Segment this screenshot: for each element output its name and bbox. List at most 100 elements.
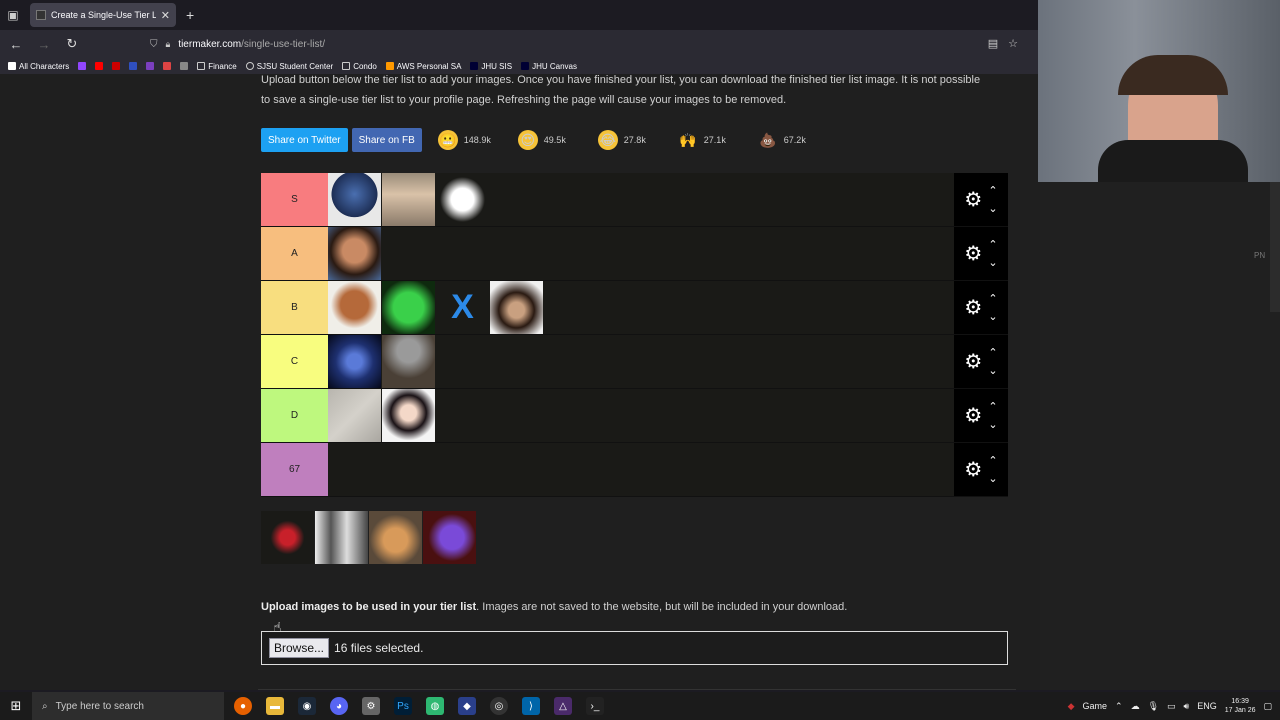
bookmark-star-icon[interactable]: ☆ — [1008, 37, 1018, 50]
file-input[interactable]: Browse... 16 files selected. — [261, 631, 1008, 665]
tier-items[interactable] — [328, 227, 954, 280]
tier-items[interactable] — [328, 335, 954, 388]
spotify-icon[interactable]: ◍ — [426, 697, 444, 715]
affinity-icon[interactable]: △ — [554, 697, 572, 715]
obs-icon[interactable]: ◎ — [490, 697, 508, 715]
scrollbar[interactable] — [1270, 182, 1280, 312]
bookmark-finance[interactable]: Finance — [197, 62, 237, 71]
reaction-grimace[interactable]: 😬 148.9k — [437, 130, 502, 150]
tier-items[interactable] — [328, 443, 954, 496]
settings-gear-icon[interactable]: ⚙ — [964, 457, 982, 482]
chevron-up-icon[interactable]: ⌃ — [988, 236, 997, 254]
forward-icon[interactable]: → — [32, 37, 56, 52]
reaction-laughing[interactable]: 😂 27.8k — [597, 130, 662, 150]
tier-image-item[interactable] — [490, 281, 543, 334]
bookmark-aws[interactable]: AWS Personal SA — [385, 62, 461, 71]
chevron-down-icon[interactable]: ⌄ — [988, 362, 997, 380]
tier-image-item[interactable] — [382, 281, 435, 334]
cloud-icon[interactable]: ☁ — [1131, 701, 1140, 712]
settings-gear-icon[interactable]: ⚙ — [964, 349, 982, 374]
tier-label[interactable]: A — [261, 227, 328, 280]
settings-gear-icon[interactable]: ⚙ — [964, 241, 982, 266]
tier-image-item[interactable] — [436, 173, 489, 226]
tray-expand-icon[interactable]: ⌃ — [1115, 701, 1123, 712]
pool-image-item[interactable] — [315, 511, 368, 564]
chevron-up-icon[interactable]: ⌃ — [988, 182, 997, 200]
tier-label[interactable]: S — [261, 173, 328, 226]
tier-label[interactable]: C — [261, 335, 328, 388]
mic-icon[interactable]: 🎙︎ — [1148, 701, 1159, 712]
windows-start-icon[interactable]: ⊞ — [0, 692, 32, 720]
pool-image-item[interactable] — [261, 511, 314, 564]
bookmark-jhu-sis[interactable]: JHU SIS — [470, 62, 512, 71]
close-tab-icon[interactable]: ✕ — [161, 9, 170, 22]
bookmark-youtube[interactable] — [95, 62, 104, 70]
bookmark-red[interactable] — [112, 62, 121, 70]
chevron-up-icon[interactable]: ⌃ — [988, 398, 997, 416]
notifications-icon[interactable]: ▢ — [1263, 701, 1272, 712]
game-mode-icon[interactable]: ◆ — [1068, 701, 1075, 712]
reader-view-icon[interactable]: ▤ — [988, 37, 998, 50]
tier-image-item[interactable] — [328, 389, 381, 442]
tier-items[interactable] — [328, 173, 954, 226]
language-indicator[interactable]: ENG — [1197, 701, 1217, 711]
browse-button[interactable]: Browse... — [269, 638, 330, 658]
bookmark-jhu-canvas[interactable]: JHU Canvas — [521, 62, 577, 71]
tier-label[interactable]: 67 — [261, 443, 328, 496]
tier-image-item[interactable] — [328, 335, 381, 388]
settings-gear-icon[interactable]: ⚙ — [964, 187, 982, 212]
terminal-icon[interactable]: ›_ — [586, 697, 604, 715]
tier-image-item[interactable] — [382, 173, 435, 226]
pool-image-item[interactable] — [423, 511, 476, 564]
bookmark-blue[interactable] — [129, 62, 138, 70]
bookmark-condo[interactable]: Condo — [342, 62, 377, 71]
bookmark-grid[interactable] — [180, 62, 189, 70]
tab-list-icon[interactable]: ▣ — [0, 0, 26, 30]
chevron-up-icon[interactable]: ⌃ — [988, 452, 997, 470]
tier-image-item[interactable] — [328, 227, 381, 280]
tier-label[interactable]: D — [261, 389, 328, 442]
network-icon[interactable]: ▭ — [1167, 701, 1176, 712]
active-tab[interactable]: Create a Single-Use Tier List (F ✕ — [30, 3, 176, 27]
tier-items[interactable]: X — [328, 281, 954, 334]
tier-items[interactable] — [328, 389, 954, 442]
chevron-down-icon[interactable]: ⌄ — [988, 254, 997, 272]
reload-icon[interactable]: ↻ — [60, 36, 84, 52]
clock[interactable]: 16:39 17 Jan 26 — [1225, 697, 1256, 715]
discord-icon[interactable]: ◕ — [330, 697, 348, 715]
reaction-raised-hands[interactable]: 🙌 27.1k — [678, 130, 742, 150]
game-label[interactable]: Game — [1083, 701, 1108, 711]
tier-image-item[interactable] — [328, 281, 381, 334]
volume-icon[interactable]: 🔊︎ — [1184, 701, 1190, 712]
chevron-down-icon[interactable]: ⌄ — [988, 200, 997, 218]
steam-icon[interactable]: ◉ — [298, 697, 316, 715]
share-facebook-button[interactable]: Share on FB — [351, 128, 422, 152]
bookmark-gmail[interactable] — [163, 62, 172, 70]
reaction-poop[interactable]: 💩 67.2k — [758, 130, 822, 150]
vscode-icon[interactable]: ⟩ — [522, 697, 540, 715]
settings-gear-icon[interactable]: ⚙ — [964, 403, 982, 428]
bookmark-all-characters[interactable]: All Characters — [8, 62, 69, 71]
taskbar-search[interactable]: ⌕ Type here to search — [32, 692, 224, 720]
chevron-down-icon[interactable]: ⌄ — [988, 470, 997, 488]
tier-image-item[interactable] — [328, 173, 381, 226]
chevron-up-icon[interactable]: ⌃ — [988, 344, 997, 362]
tier-label[interactable]: B — [261, 281, 328, 334]
bookmark-twitch[interactable] — [78, 62, 87, 70]
bookmark-purple[interactable] — [146, 62, 155, 70]
photoshop-icon[interactable]: Ps — [394, 697, 412, 715]
firefox-icon[interactable]: ● — [234, 697, 252, 715]
new-tab-icon[interactable]: + — [186, 7, 194, 23]
settings-app-icon[interactable]: ⚙ — [362, 697, 380, 715]
file-explorer-icon[interactable]: ▬ — [266, 697, 284, 715]
x-logo-icon[interactable]: X — [436, 281, 489, 334]
settings-gear-icon[interactable]: ⚙ — [964, 295, 982, 320]
back-icon[interactable]: ← — [4, 37, 28, 52]
share-twitter-button[interactable]: Share on Twitter — [261, 128, 348, 152]
url-bar[interactable]: ⛉ 🔒︎ tiermaker.com/single-use-tier-list/… — [150, 33, 1030, 55]
tier-image-item[interactable] — [382, 389, 435, 442]
reaction-heart-eyes[interactable]: 😍 49.5k — [517, 130, 582, 150]
pool-image-item[interactable] — [369, 511, 422, 564]
chevron-down-icon[interactable]: ⌄ — [988, 308, 997, 326]
bookmark-sjsu[interactable]: SJSU Student Center — [245, 62, 333, 71]
